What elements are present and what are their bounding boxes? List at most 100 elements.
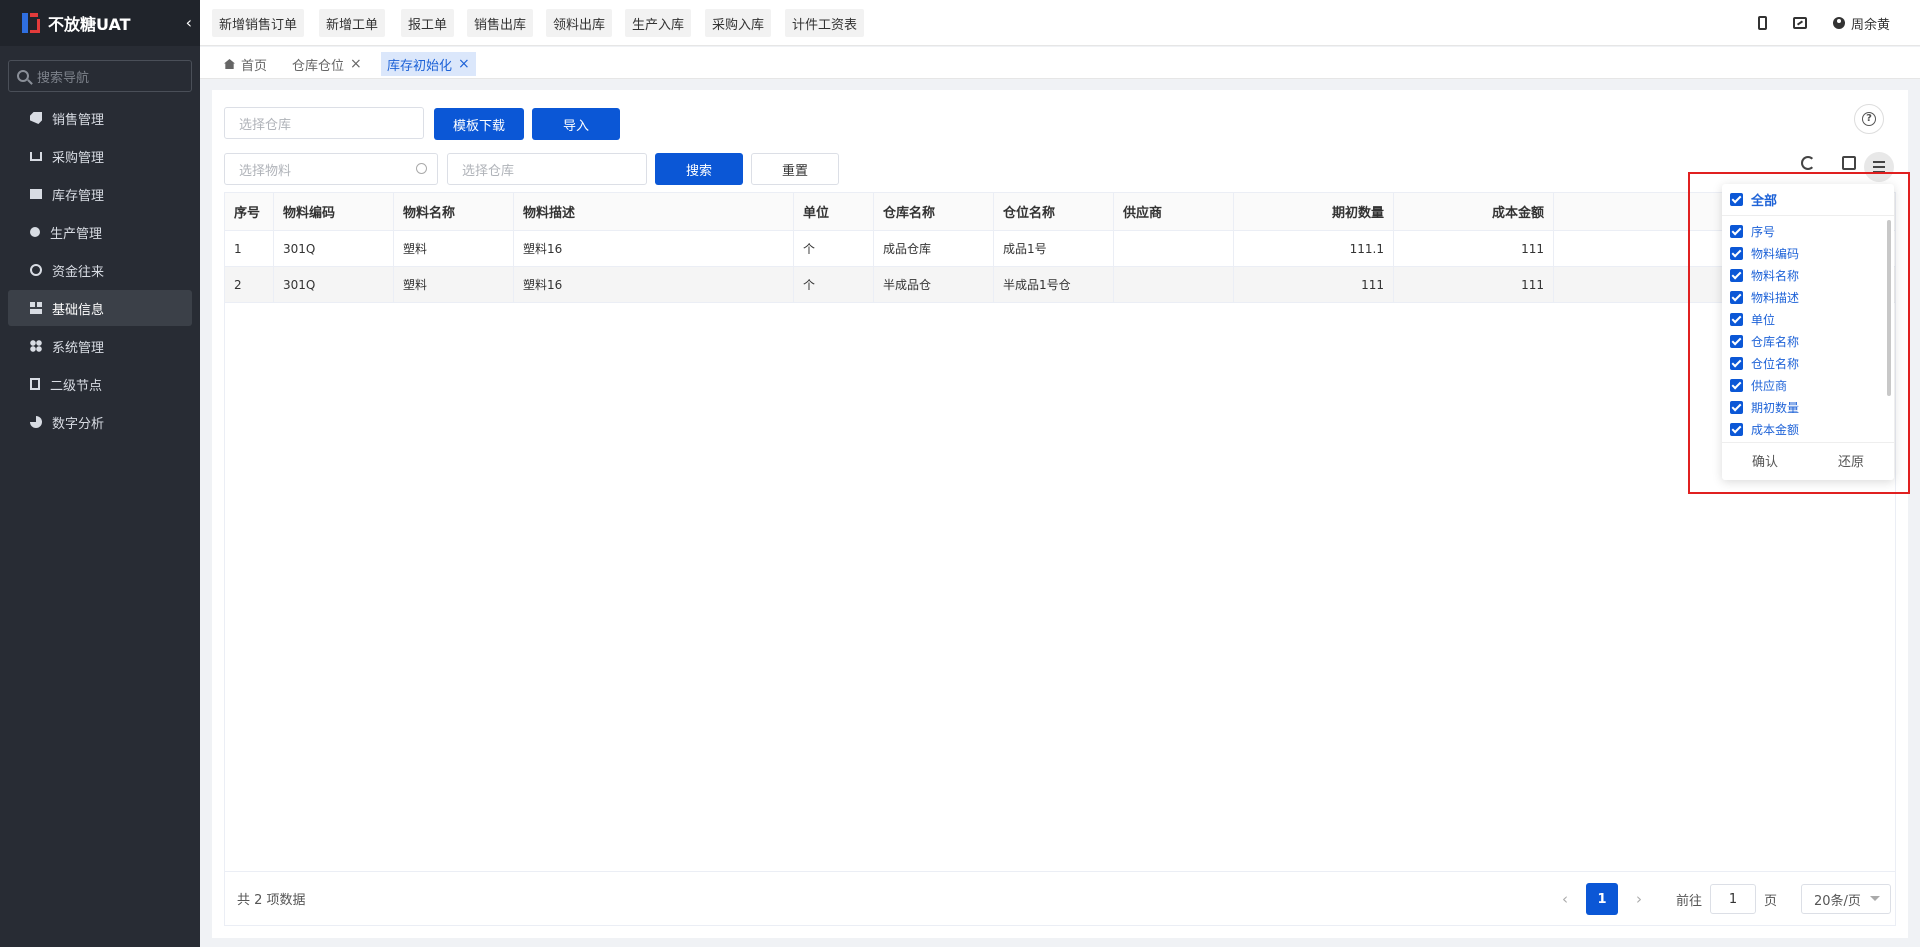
- quick-new-work-order-button[interactable]: 新增工单: [319, 9, 386, 37]
- quick-production-inbound-button[interactable]: 生产入库: [625, 9, 692, 37]
- column-option[interactable]: 物料描述: [1722, 286, 1894, 308]
- refresh-icon[interactable]: [1801, 156, 1815, 170]
- checkbox-checked-icon[interactable]: [1730, 246, 1743, 260]
- column-header[interactable]: 序号: [225, 193, 274, 230]
- total-count: 共 2 项数据: [237, 893, 306, 908]
- quick-report-button[interactable]: 报工单: [401, 9, 455, 37]
- column-header[interactable]: 成本金额: [1394, 193, 1554, 230]
- nav-item-basic-info[interactable]: 基础信息: [8, 290, 192, 326]
- nav-item-sales[interactable]: 销售管理: [8, 100, 192, 136]
- tab-label: 首页: [241, 58, 268, 74]
- checkbox-checked-icon[interactable]: [1730, 193, 1743, 206]
- help-button[interactable]: ?: [1854, 104, 1884, 134]
- nav-item-finance[interactable]: 资金往来: [8, 252, 192, 288]
- close-icon[interactable]: ×: [350, 56, 362, 72]
- table-header: 序号 物料编码 物料名称 物料描述 单位 仓库名称 仓位名称 供应商 期初数量 …: [225, 193, 1895, 231]
- column-option[interactable]: 物料编码: [1722, 242, 1894, 264]
- nav-item-system[interactable]: 系统管理: [8, 328, 192, 364]
- nav-menu: 销售管理 采购管理 库存管理 生产管理 资金往来 基础信息 系统管理 二级节点 …: [0, 100, 200, 440]
- logo-icon: [20, 11, 42, 35]
- warehouse-select-top[interactable]: 选择仓库: [224, 107, 424, 139]
- column-option[interactable]: 物料名称: [1722, 264, 1894, 286]
- table-row[interactable]: 2 301Q 塑料 塑料16 个 半成品仓 半成品1号仓 111 111: [225, 267, 1895, 303]
- checkbox-checked-icon[interactable]: [1730, 312, 1743, 326]
- table-cell: 301Q: [274, 231, 394, 266]
- nav-item-analytics[interactable]: 数字分析: [8, 404, 192, 440]
- confirm-button[interactable]: 确认: [1752, 451, 1778, 470]
- quick-purchase-inbound-button[interactable]: 采购入库: [705, 9, 772, 37]
- column-option[interactable]: 仓库名称: [1722, 330, 1894, 352]
- import-button[interactable]: 导入: [532, 108, 620, 140]
- quick-new-sales-order-button[interactable]: 新增销售订单: [212, 9, 305, 37]
- prev-page-icon[interactable]: ‹: [1550, 890, 1580, 908]
- warehouse-select[interactable]: 选择仓库: [447, 153, 647, 185]
- checkbox-checked-icon[interactable]: [1730, 400, 1743, 414]
- column-option[interactable]: 仓位名称: [1722, 352, 1894, 374]
- table-cell: 成品仓库: [874, 231, 994, 266]
- table-row[interactable]: 1 301Q 塑料 塑料16 个 成品仓库 成品1号 111.1 111: [225, 231, 1895, 267]
- column-header[interactable]: 单位: [794, 193, 874, 230]
- table-cell: 个: [794, 267, 874, 302]
- column-select-all[interactable]: 全部: [1722, 184, 1894, 216]
- collapse-sidebar-icon[interactable]: ‹: [186, 13, 192, 32]
- search-button[interactable]: 搜索: [655, 153, 743, 185]
- column-header[interactable]: 供应商: [1114, 193, 1234, 230]
- top-right-tools: 周余黄: [1757, 0, 1890, 46]
- checkbox-checked-icon[interactable]: [1730, 290, 1743, 304]
- column-option-label: 物料描述: [1751, 290, 1800, 305]
- nav-search-input[interactable]: 搜索导航: [8, 60, 192, 92]
- checkbox-checked-icon[interactable]: [1730, 268, 1743, 282]
- checkbox-checked-icon[interactable]: [1730, 334, 1743, 348]
- column-option[interactable]: 成本金额: [1722, 418, 1894, 440]
- quick-sales-outbound-button[interactable]: 销售出库: [467, 9, 534, 37]
- mobile-icon[interactable]: [1757, 16, 1767, 30]
- next-page-icon[interactable]: ›: [1624, 890, 1654, 908]
- column-option[interactable]: 序号: [1722, 220, 1894, 242]
- column-header[interactable]: 物料名称: [394, 193, 514, 230]
- reset-button[interactable]: 重置: [751, 153, 839, 185]
- tab-home[interactable]: 首页: [218, 52, 273, 76]
- column-list-scrollbar[interactable]: [1887, 220, 1891, 396]
- column-header[interactable]: 期初数量: [1234, 193, 1394, 230]
- image-icon[interactable]: [1842, 156, 1856, 170]
- quick-material-outbound-button[interactable]: 领料出库: [546, 9, 613, 37]
- table-cell: [1114, 267, 1234, 302]
- column-header[interactable]: 物料描述: [514, 193, 794, 230]
- restore-button[interactable]: 还原: [1838, 451, 1864, 470]
- column-header[interactable]: 仓位名称: [994, 193, 1114, 230]
- goto-page-input[interactable]: 1: [1709, 884, 1756, 914]
- nav-search-placeholder: 搜索导航: [37, 70, 90, 86]
- tab-inventory-init[interactable]: 库存初始化 ×: [381, 52, 476, 76]
- screen-icon[interactable]: [1792, 17, 1807, 29]
- tab-warehouse-location[interactable]: 仓库仓位 ×: [286, 52, 368, 76]
- nav-item-production[interactable]: 生产管理: [8, 214, 192, 250]
- nav-item-label: 库存管理: [52, 188, 105, 204]
- page-size-select[interactable]: 20条/页: [1801, 884, 1891, 914]
- column-option[interactable]: 单位: [1722, 308, 1894, 330]
- material-select[interactable]: 选择物料: [224, 153, 438, 185]
- column-settings-popup: 全部 序号 物料编码 物料名称 物料描述 单位 仓库名称 仓位名称 供应商 期初…: [1722, 184, 1894, 480]
- nav-item-label: 基础信息: [52, 302, 105, 318]
- checkbox-checked-icon[interactable]: [1730, 378, 1743, 392]
- column-option[interactable]: 供应商: [1722, 374, 1894, 396]
- column-option[interactable]: 期初数量: [1722, 396, 1894, 418]
- warehouse-select-placeholder: 选择仓库: [239, 117, 292, 133]
- checkbox-checked-icon[interactable]: [1730, 224, 1743, 238]
- quick-piece-wage-button[interactable]: 计件工资表: [785, 9, 865, 37]
- template-download-button[interactable]: 模板下载: [434, 108, 524, 140]
- column-header[interactable]: 物料编码: [274, 193, 394, 230]
- grid-icon: [30, 302, 42, 314]
- nav-item-inventory[interactable]: 库存管理: [8, 176, 192, 212]
- close-icon[interactable]: ×: [458, 56, 470, 72]
- checkbox-checked-icon[interactable]: [1730, 422, 1743, 436]
- page-number-button[interactable]: 1: [1585, 883, 1618, 915]
- checkbox-checked-icon[interactable]: [1730, 356, 1743, 370]
- nav-item-label: 数字分析: [52, 416, 105, 432]
- nav-item-label: 采购管理: [52, 150, 105, 166]
- nav-item-purchase[interactable]: 采购管理: [8, 138, 192, 174]
- table-cell: 塑料: [394, 231, 514, 266]
- user-menu[interactable]: 周余黄: [1832, 14, 1890, 33]
- nav-item-label: 二级节点: [50, 378, 103, 394]
- nav-item-secondary-node[interactable]: 二级节点: [8, 366, 192, 402]
- column-header[interactable]: 仓库名称: [874, 193, 994, 230]
